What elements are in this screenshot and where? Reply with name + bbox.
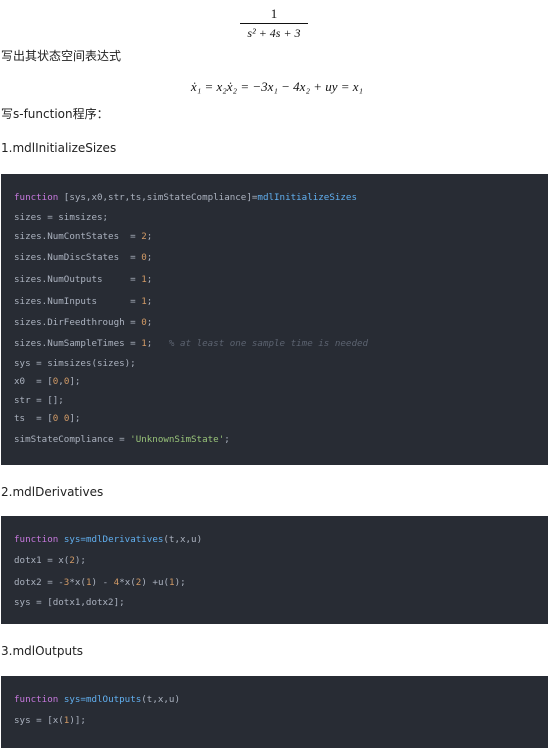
code-line: x0 = [0,0]; [14,375,80,388]
heading-program: 写s-function程序： [1,107,109,121]
code-token: 'UnknownSimState' [130,434,225,445]
code-line: sizes.DirFeedthrough = 0; [14,316,152,329]
code-line: ts = [0 0]; [14,412,80,425]
code-line: dotx1 = x(2); [14,554,86,567]
code-line: sys = [x(1)]; [14,714,86,727]
code-token: ) - [91,577,114,588]
code-token: ; [146,252,153,263]
code-line: simStateCompliance = 'UnknownSimState'; [14,433,230,446]
code-token: function [14,534,59,545]
heading-state-space: 写出其状态空间表达式 [1,49,122,63]
code-line: str = []; [14,394,64,407]
code-token: ) +u( [141,577,170,588]
code-block-derivatives: function sys=mdlDerivatives(t,x,u) dotx1 … [1,516,548,624]
code-token: sizes.NumOutputs = [14,274,142,285]
code-token: (t,x,u) [163,534,203,545]
code-token: str = []; [14,395,64,406]
code-line: sizes.NumInputs = 1; [14,295,152,308]
tf-denominator: s² + 4s + 3 [247,26,301,40]
code-token: *x( [69,577,86,588]
section-title-initialize: 1.mdlInitializeSizes [1,141,117,155]
code-token: sizes.NumInputs = [14,296,142,307]
code-line: sys = simsizes(sizes); [14,357,136,370]
code-token: sys = [dotx1,dotx2]; [14,597,125,608]
code-token: sys = [x( [14,715,64,726]
article-page: 1 s² + 4s + 3 写出其状态空间表达式 ẋ₁ = x₂ẋ₂ = −3x… [0,0,554,748]
code-token: sizes.NumSampleTimes = [14,338,142,349]
code-token: simStateCompliance = [14,434,131,445]
code-line: dotx2 = -3*x(1) - 4*x(2) +u(1); [14,576,186,589]
section-title-derivatives: 2.mdlDerivatives [1,485,104,499]
transfer-function: 1 s² + 4s + 3 [236,6,312,41]
code-token: dotx1 = x( [14,555,70,566]
code-token: ; [224,434,230,445]
code-line: sizes.NumContStates = 2; [14,230,152,243]
code-token: % at least one sample time is needed [168,338,369,349]
code-token: sizes = simsizes; [14,212,109,223]
section-title-outputs: 3.mdlOutputs [1,644,84,658]
code-token: dotx2 = - [14,577,64,588]
fraction-bar [240,23,308,24]
code-token: ; [146,317,153,328]
code-line: sys = [dotx1,dotx2]; [14,596,125,609]
code-line: sizes.NumOutputs = 1; [14,273,152,286]
code-token: x0 = [ [14,376,53,387]
code-token: ; [146,274,153,285]
code-token: ); [174,577,186,588]
code-token: )]; [69,715,86,726]
code-line: function [sys,x0,str,ts,simStateComplian… [14,191,357,204]
code-token: sizes.NumContStates = [14,231,142,242]
code-token: (t,x,u) [141,694,180,705]
code-line: sizes = simsizes; [14,211,108,224]
code-token: *x( [119,577,136,588]
code-line: sizes.NumDiscStates = 0; [14,251,152,264]
code-token: ]; [69,376,81,387]
state-space-equation: ẋ₁ = x₂ẋ₂ = −3x₁ − 4x₂ + uy = x₁ [190,79,364,94]
code-token: ); [74,555,86,566]
code-token: ; [146,231,153,242]
code-token: function [14,192,59,203]
code-token: ; [146,338,169,349]
code-token: sys=mdlOutputs [63,694,142,705]
code-token: sizes.DirFeedthrough = [14,317,142,328]
code-token: ; [146,296,153,307]
code-token: sys=mdlDerivatives [63,534,164,545]
code-token: sys = simsizes(sizes); [14,358,136,369]
code-token: sizes.NumDiscStates = [14,252,142,263]
code-block-initialize: function [sys,x0,str,ts,simStateComplian… [1,174,548,465]
tf-numerator: 1 [270,6,278,21]
code-line: function sys=mdlOutputs(t,x,u) [14,693,180,706]
code-token: ]; [69,413,81,424]
code-line: sizes.NumSampleTimes = 1; % at least one… [14,337,368,350]
code-token: mdlInitializeSizes [257,192,357,203]
code-block-outputs: function sys=mdlOutputs(t,x,u) sys = [x(1… [1,676,548,748]
code-token: [sys,x0,str,ts,simStateCompliance]= [58,192,258,203]
code-token: function [14,694,59,705]
code-token: ts = [ [14,413,53,424]
code-line: function sys=mdlDerivatives(t,x,u) [14,533,202,546]
